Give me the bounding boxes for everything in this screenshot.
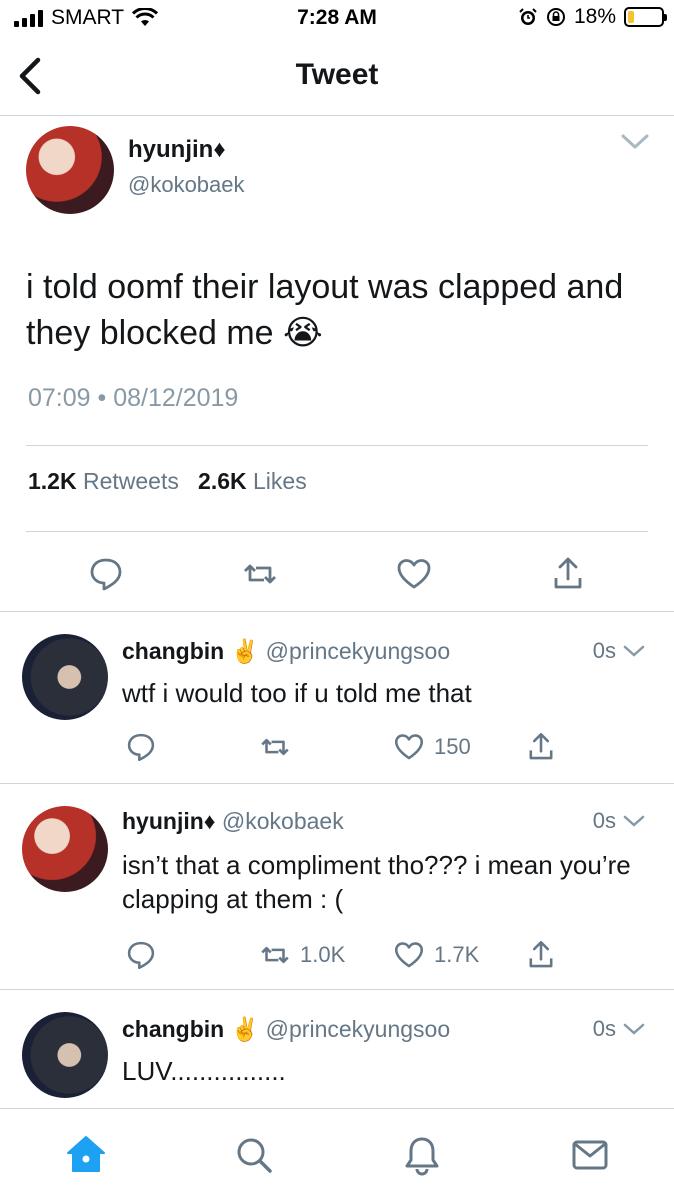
avatar[interactable] (22, 634, 108, 720)
reply-tweet[interactable]: changbin ✌️ @princekyungsoo 0s LUV......… (0, 989, 674, 1108)
avatar[interactable] (26, 126, 114, 214)
like-count: 150 (434, 734, 471, 759)
author-name[interactable]: changbin (122, 638, 224, 664)
retweet-button[interactable]: 1.0K (258, 938, 345, 972)
reply-header: hyunjin♦ @kokobaek (122, 808, 344, 835)
share-button[interactable] (548, 554, 588, 594)
like-count: 1.7K (434, 942, 480, 967)
reply-icon (90, 558, 122, 591)
reply-tweet[interactable]: changbin ✌️ @princekyungsoo 0s wtf i wou… (0, 611, 674, 783)
retweet-icon (261, 738, 289, 756)
tweet-timestamp: 07:09 • 08/12/2019 (28, 384, 239, 412)
more-options-button[interactable] (622, 643, 646, 659)
reply-text: wtf i would too if u told me that (122, 678, 472, 708)
author-emoji: ✌️ (230, 1016, 260, 1042)
tab-home[interactable] (64, 1133, 108, 1177)
tweet-text: i told oomf their layout was clapped and… (26, 268, 624, 352)
nav-header: Tweet (0, 40, 674, 116)
reply-header: changbin ✌️ @princekyungsoo (122, 1016, 450, 1043)
search-icon (237, 1138, 272, 1173)
author-handle[interactable]: @princekyungsoo (266, 638, 450, 664)
tab-bar (0, 1108, 674, 1200)
retweet-button[interactable] (258, 730, 300, 764)
reply-button[interactable] (124, 730, 158, 764)
share-icon (554, 557, 582, 589)
likes-label: Likes (253, 468, 307, 494)
author-name[interactable]: changbin (122, 1016, 224, 1042)
likes-count: 2.6K (198, 468, 247, 494)
avatar[interactable] (22, 1012, 108, 1098)
retweet-icon (261, 946, 289, 964)
share-icon (529, 732, 553, 760)
retweet-count: 1.0K (300, 942, 346, 967)
reply-actions: 1.0K 1.7K (0, 938, 674, 978)
like-icon (394, 942, 424, 968)
more-options-button[interactable] (622, 813, 646, 829)
author-name[interactable]: hyunjin♦ (122, 808, 216, 834)
tweet-actions (0, 554, 674, 610)
tab-messages[interactable] (568, 1133, 612, 1177)
reply-icon (127, 733, 155, 762)
retweet-icon (244, 564, 276, 584)
author-handle[interactable]: @princekyungsoo (266, 1016, 450, 1042)
status-right: 18% (518, 5, 667, 29)
home-icon (67, 1136, 105, 1172)
likes-stat[interactable]: 2.6K Likes (198, 468, 307, 494)
chevron-down-icon (623, 815, 645, 827)
notifications-icon (405, 1137, 439, 1176)
reply-time: 0s (592, 638, 616, 663)
tab-notifications[interactable] (400, 1133, 444, 1177)
reply-header: changbin ✌️ @princekyungsoo (122, 638, 450, 665)
share-button[interactable] (524, 730, 558, 764)
reply-time-group: 0s (593, 808, 646, 834)
reply-text: LUV................ (122, 1056, 286, 1086)
author-emoji: ✌️ (230, 638, 260, 664)
status-bar: SMART 7:28 AM 18% (0, 0, 674, 38)
like-button[interactable] (394, 554, 434, 594)
like-button[interactable]: 1.7K (392, 938, 479, 972)
battery-percent: 18% (573, 5, 616, 28)
reply-time-group: 0s (593, 1016, 646, 1042)
reply-button[interactable] (124, 938, 158, 972)
divider (26, 531, 648, 532)
retweets-stat[interactable]: 1.2K Retweets (28, 468, 179, 494)
reply-text: isn’t that a compliment tho??? i mean yo… (122, 850, 631, 914)
battery-icon (624, 7, 667, 27)
reply-time: 0s (592, 808, 616, 833)
more-options-button[interactable] (622, 1021, 646, 1037)
chevron-down-icon (623, 645, 645, 657)
author-handle[interactable]: @kokobaek (128, 172, 245, 198)
reply-actions: 150 (0, 730, 674, 770)
lock-rotation-icon (546, 7, 566, 27)
author-name[interactable]: hyunjin♦ (128, 136, 226, 164)
messages-icon (572, 1140, 608, 1170)
page-title: Tweet (295, 58, 379, 91)
divider (26, 445, 648, 446)
reply-time-group: 0s (593, 638, 646, 664)
like-icon (397, 559, 431, 589)
more-options-button[interactable] (620, 132, 650, 152)
share-icon (529, 940, 553, 968)
like-icon (394, 734, 424, 760)
avatar[interactable] (22, 806, 108, 892)
like-button[interactable]: 150 (392, 730, 471, 764)
chevron-down-icon (623, 1023, 645, 1035)
chevron-down-icon (621, 134, 649, 149)
reply-tweet[interactable]: hyunjin♦ @kokobaek 0s isn’t that a compl… (0, 783, 674, 989)
retweet-button[interactable] (240, 554, 280, 594)
author-handle[interactable]: @kokobaek (222, 808, 344, 834)
reply-icon (127, 941, 155, 970)
reply-time: 0s (592, 1016, 616, 1041)
tweet-stats: 1.2K Retweets 2.6K Likes (28, 468, 307, 495)
reply-button[interactable] (86, 554, 126, 594)
retweets-count: 1.2K (28, 468, 77, 494)
share-button[interactable] (524, 938, 558, 972)
tab-search[interactable] (232, 1133, 276, 1177)
battery-fill (628, 11, 634, 23)
retweets-label: Retweets (82, 468, 179, 494)
alarm-icon (518, 7, 538, 27)
